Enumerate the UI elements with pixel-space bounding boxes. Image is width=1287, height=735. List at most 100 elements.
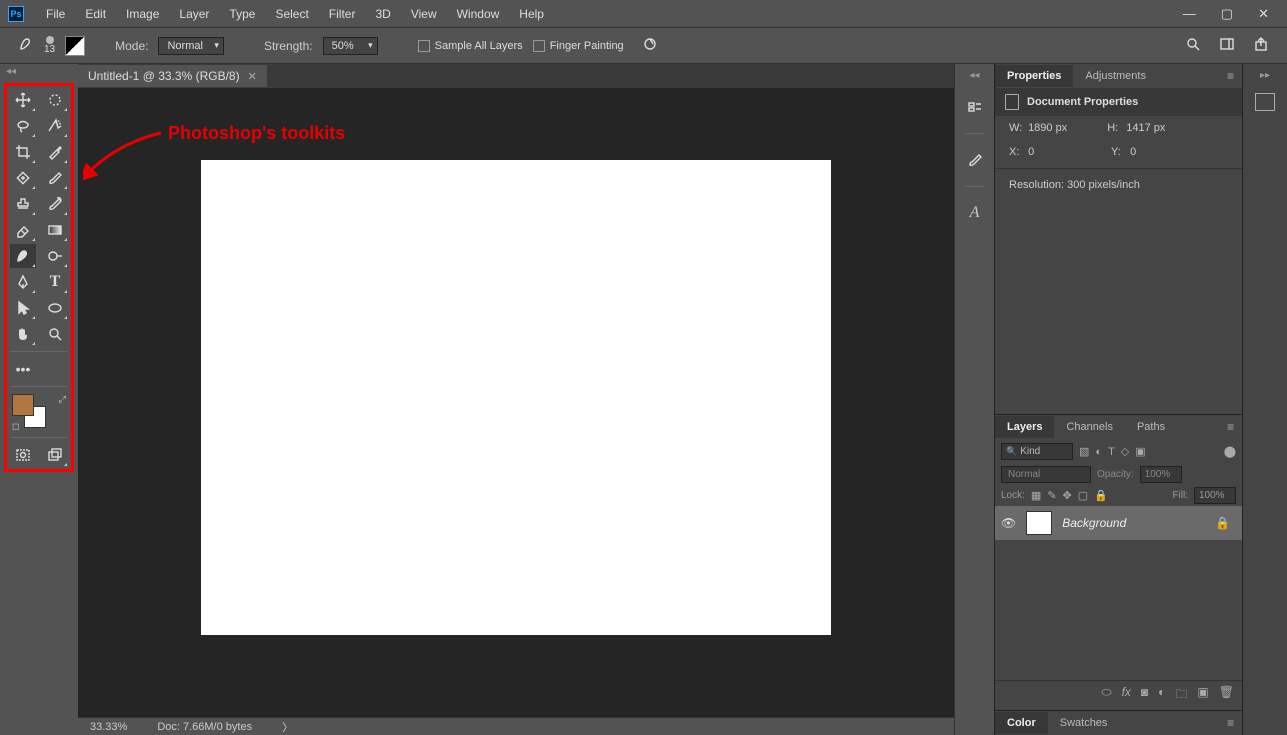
lock-artboard-icon[interactable]: ▢ xyxy=(1078,489,1088,502)
filter-type-icon[interactable]: T xyxy=(1108,446,1115,458)
color-swatches[interactable]: ⤢ ◻ xyxy=(10,392,68,432)
zoom-level[interactable]: 33.33% xyxy=(90,721,127,733)
brushes-panel-icon[interactable] xyxy=(963,148,987,172)
layer-thumbnail[interactable] xyxy=(1026,511,1052,535)
minimize-button[interactable]: — xyxy=(1183,6,1196,22)
eraser-tool[interactable] xyxy=(10,218,36,242)
strength-select[interactable]: 50% xyxy=(323,37,378,55)
menu-edit[interactable]: Edit xyxy=(75,3,116,25)
mode-select[interactable]: Normal xyxy=(158,37,223,55)
opacity-value[interactable]: 100% xyxy=(1140,466,1182,483)
layer-row-background[interactable]: 👁 Background 🔒 xyxy=(995,506,1242,540)
menu-type[interactable]: Type xyxy=(219,3,265,25)
brush-tool[interactable] xyxy=(42,166,68,190)
lock-paint-icon[interactable]: ✎ xyxy=(1047,489,1056,502)
screen-mode-tool[interactable] xyxy=(42,443,68,467)
brush-swatch-icon[interactable] xyxy=(65,36,85,56)
delete-layer-icon[interactable]: 🗑 xyxy=(1219,685,1234,706)
expand-right-icon[interactable]: ▸▸ xyxy=(1260,70,1270,81)
menu-view[interactable]: View xyxy=(401,3,447,25)
brush-preset[interactable]: 13 xyxy=(44,36,55,55)
filter-adjust-icon[interactable]: ◐ xyxy=(1095,446,1102,458)
hand-tool[interactable] xyxy=(10,322,36,346)
quick-select-tool[interactable] xyxy=(42,114,68,138)
gradient-tool[interactable] xyxy=(42,218,68,242)
layer-lock-icon[interactable]: 🔒 xyxy=(1215,516,1236,530)
new-layer-icon[interactable]: ▣ xyxy=(1197,685,1208,706)
tab-color[interactable]: Color xyxy=(995,712,1048,734)
layers-menu-icon[interactable]: ≡ xyxy=(1219,420,1242,434)
doc-size[interactable]: Doc: 7.66M/0 bytes xyxy=(157,721,252,733)
history-brush-tool[interactable] xyxy=(42,192,68,216)
doc-height[interactable]: 1417 px xyxy=(1126,122,1165,134)
stamp-tool[interactable] xyxy=(10,192,36,216)
menu-image[interactable]: Image xyxy=(116,3,169,25)
lock-all-icon[interactable]: 🔒 xyxy=(1094,489,1108,502)
color-menu-icon[interactable]: ≡ xyxy=(1219,716,1242,730)
marquee-tool[interactable] xyxy=(42,88,68,112)
close-button[interactable]: ✕ xyxy=(1258,6,1269,22)
menu-window[interactable]: Window xyxy=(447,3,510,25)
layer-filter-select[interactable]: Kind xyxy=(1001,443,1073,460)
layer-mask-icon[interactable]: ◙ xyxy=(1141,685,1148,706)
sample-all-layers-checkbox[interactable]: Sample All Layers xyxy=(418,40,523,52)
doc-width[interactable]: 1890 px xyxy=(1028,122,1067,134)
panel-collapse-icon[interactable]: ◂◂ xyxy=(0,64,78,79)
expand-panels-icon[interactable]: ◂◂ xyxy=(969,70,979,81)
pressure-icon[interactable] xyxy=(642,36,658,55)
link-layers-icon[interactable]: ⬭ xyxy=(1101,685,1111,706)
filter-toggle-icon[interactable]: ⬤ xyxy=(1224,445,1236,458)
eyedropper-tool[interactable] xyxy=(42,140,68,164)
maximize-button[interactable]: ▢ xyxy=(1221,6,1233,22)
smudge-tool[interactable] xyxy=(10,244,36,268)
canvas-area[interactable]: Photoshop's toolkits xyxy=(78,88,954,717)
finger-painting-checkbox[interactable]: Finger Painting xyxy=(533,40,624,52)
visibility-icon[interactable]: 👁 xyxy=(1001,516,1016,530)
layer-fx-icon[interactable]: fx xyxy=(1122,685,1131,706)
group-icon[interactable]: 🗀 xyxy=(1175,685,1187,706)
zoom-tool[interactable] xyxy=(42,322,68,346)
tab-channels[interactable]: Channels xyxy=(1054,416,1124,438)
move-tool[interactable] xyxy=(10,88,36,112)
pen-tool[interactable] xyxy=(10,270,36,294)
fill-value[interactable]: 100% xyxy=(1194,487,1236,504)
search-icon[interactable] xyxy=(1185,36,1201,55)
foreground-color[interactable] xyxy=(12,394,34,416)
history-panel-icon[interactable] xyxy=(963,95,987,119)
filter-pixel-icon[interactable]: ▧ xyxy=(1079,445,1089,458)
character-panel-icon[interactable]: A xyxy=(963,201,987,225)
menu-help[interactable]: Help xyxy=(509,3,554,25)
lock-position-icon[interactable]: ✥ xyxy=(1063,489,1072,502)
adjustment-layer-icon[interactable]: ◐ xyxy=(1158,685,1165,706)
doc-resolution[interactable]: Resolution: 300 pixels/inch xyxy=(1009,179,1140,191)
default-colors-icon[interactable]: ◻ xyxy=(12,421,19,432)
document-tab[interactable]: Untitled-1 @ 33.3% (RGB/8) ✕ xyxy=(78,65,267,87)
menu-select[interactable]: Select xyxy=(265,3,318,25)
tab-layers[interactable]: Layers xyxy=(995,416,1054,438)
share-icon[interactable] xyxy=(1253,36,1269,55)
blend-mode-select[interactable]: Normal xyxy=(1001,466,1091,483)
tab-swatches[interactable]: Swatches xyxy=(1048,712,1120,734)
shape-tool[interactable] xyxy=(42,296,68,320)
smudge-tool-icon[interactable] xyxy=(18,36,34,55)
lock-transparent-icon[interactable]: ▦ xyxy=(1031,489,1041,502)
close-tab-icon[interactable]: ✕ xyxy=(248,70,257,83)
menu-layer[interactable]: Layer xyxy=(169,3,219,25)
menu-3d[interactable]: 3D xyxy=(365,3,400,25)
filter-shape-icon[interactable]: ◇ xyxy=(1121,445,1129,458)
frame-panel-icon[interactable] xyxy=(1255,93,1275,111)
tab-paths[interactable]: Paths xyxy=(1125,416,1177,438)
type-tool[interactable]: T xyxy=(42,270,68,294)
edit-toolbar-button[interactable]: ••• xyxy=(10,357,36,381)
layer-name[interactable]: Background xyxy=(1062,516,1126,530)
lasso-tool[interactable] xyxy=(10,114,36,138)
healing-tool[interactable] xyxy=(10,166,36,190)
doc-y[interactable]: 0 xyxy=(1130,146,1136,158)
canvas[interactable] xyxy=(201,160,831,635)
quick-mask-tool[interactable] xyxy=(10,443,36,467)
menu-file[interactable]: File xyxy=(36,3,75,25)
menu-filter[interactable]: Filter xyxy=(319,3,366,25)
dodge-tool[interactable] xyxy=(42,244,68,268)
path-select-tool[interactable] xyxy=(10,296,36,320)
tab-properties[interactable]: Properties xyxy=(995,65,1073,87)
